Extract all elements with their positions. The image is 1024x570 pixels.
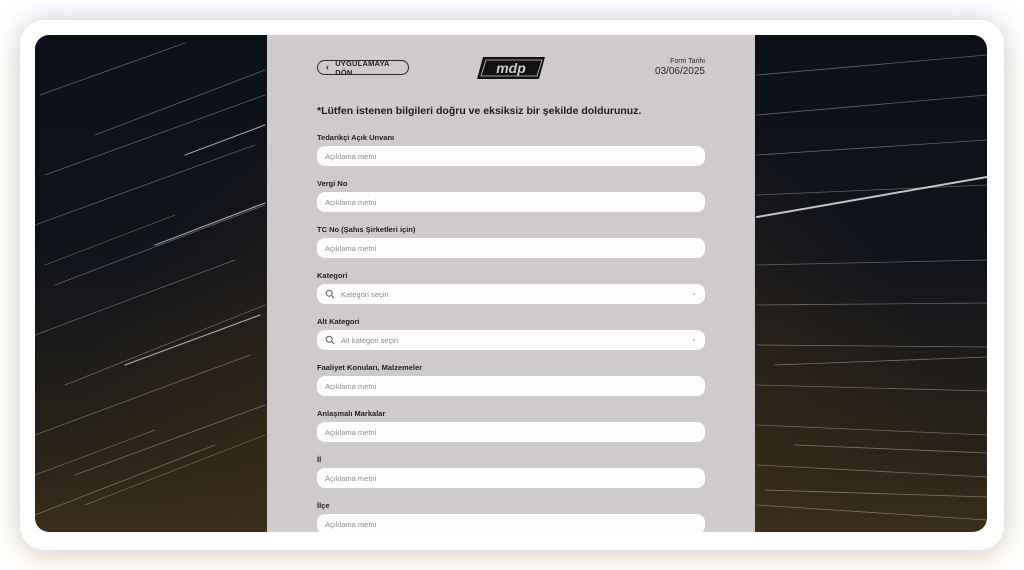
field-label: Kategori (317, 271, 348, 280)
field-label: İl (317, 455, 322, 464)
province-input[interactable]: Açıklama metni (317, 468, 705, 488)
search-icon (325, 289, 335, 299)
activities-input[interactable]: Açıklama metni (317, 376, 705, 396)
field-province: İl Açıklama metni (317, 455, 705, 488)
field-sub-category: Alt Kategori Alt kategori seçin ⌄ (317, 317, 705, 350)
input-placeholder: Açıklama metni (325, 197, 377, 207)
chevron-down-icon: ⌄ (691, 290, 697, 297)
form-panel: ‹ UYGULAMAYA DÖN mdp Form Tarihi 03/06/2… (267, 35, 755, 532)
form-date: Form Tarihi 03/06/2025 (655, 58, 705, 77)
input-placeholder: Açıklama metni (325, 243, 377, 253)
app-window: ‹ UYGULAMAYA DÖN mdp Form Tarihi 03/06/2… (35, 35, 987, 532)
input-placeholder: Açıklama metni (325, 427, 377, 437)
tc-no-input[interactable]: Açıklama metni (317, 238, 705, 258)
category-select[interactable]: Kategori seçin ⌄ (317, 284, 705, 304)
field-supplier-title: Tedarikçi Açık Unvanı Açıklama metni (317, 133, 705, 166)
svg-text:mdp: mdp (496, 60, 526, 76)
brands-input[interactable]: Açıklama metni (317, 422, 705, 442)
form-instruction: *Lütfen istenen bilgileri doğru ve eksik… (317, 105, 642, 117)
field-tc-no: TC No (Şahıs Şirketleri için) Açıklama m… (317, 225, 705, 258)
input-placeholder: Açıklama metni (325, 519, 377, 529)
search-icon (325, 335, 335, 345)
form-date-value: 03/06/2025 (654, 66, 705, 77)
district-input[interactable]: Açıklama metni (317, 514, 705, 532)
field-label: Faaliyet Konuları, Malzemeler (317, 363, 423, 372)
select-placeholder: Alt kategori seçin (341, 335, 399, 345)
sub-category-select[interactable]: Alt kategori seçin ⌄ (317, 330, 705, 350)
input-placeholder: Açıklama metni (325, 381, 377, 391)
mdp-logo: mdp (477, 57, 545, 79)
field-district: İlçe Açıklama metni (317, 501, 705, 532)
field-category: Kategori Kategori seçin ⌄ (317, 271, 705, 304)
back-to-app-button[interactable]: ‹ UYGULAMAYA DÖN (317, 58, 409, 77)
tax-no-input[interactable]: Açıklama metni (317, 192, 705, 212)
field-label: Anlaşmalı Markalar (317, 409, 386, 418)
input-placeholder: Açıklama metni (325, 473, 377, 483)
select-placeholder: Kategori seçin (341, 289, 389, 299)
field-activities: Faaliyet Konuları, Malzemeler Açıklama m… (317, 363, 705, 396)
chevron-left-icon: ‹ (326, 62, 330, 72)
chevron-down-icon: ⌄ (691, 336, 697, 343)
field-label: Alt Kategori (317, 317, 360, 326)
form-date-label: Form Tarihi (670, 58, 705, 65)
field-brands: Anlaşmalı Markalar Açıklama metni (317, 409, 705, 442)
field-label: İlçe (317, 501, 330, 510)
field-label: Vergi No (317, 179, 348, 188)
field-tax-no: Vergi No Açıklama metni (317, 179, 705, 212)
field-label: TC No (Şahıs Şirketleri için) (317, 225, 416, 234)
field-label: Tedarikçi Açık Unvanı (317, 133, 395, 142)
supplier-title-input[interactable]: Açıklama metni (317, 146, 705, 166)
input-placeholder: Açıklama metni (325, 151, 377, 161)
back-button-label: UYGULAMAYA DÖN (335, 58, 390, 77)
